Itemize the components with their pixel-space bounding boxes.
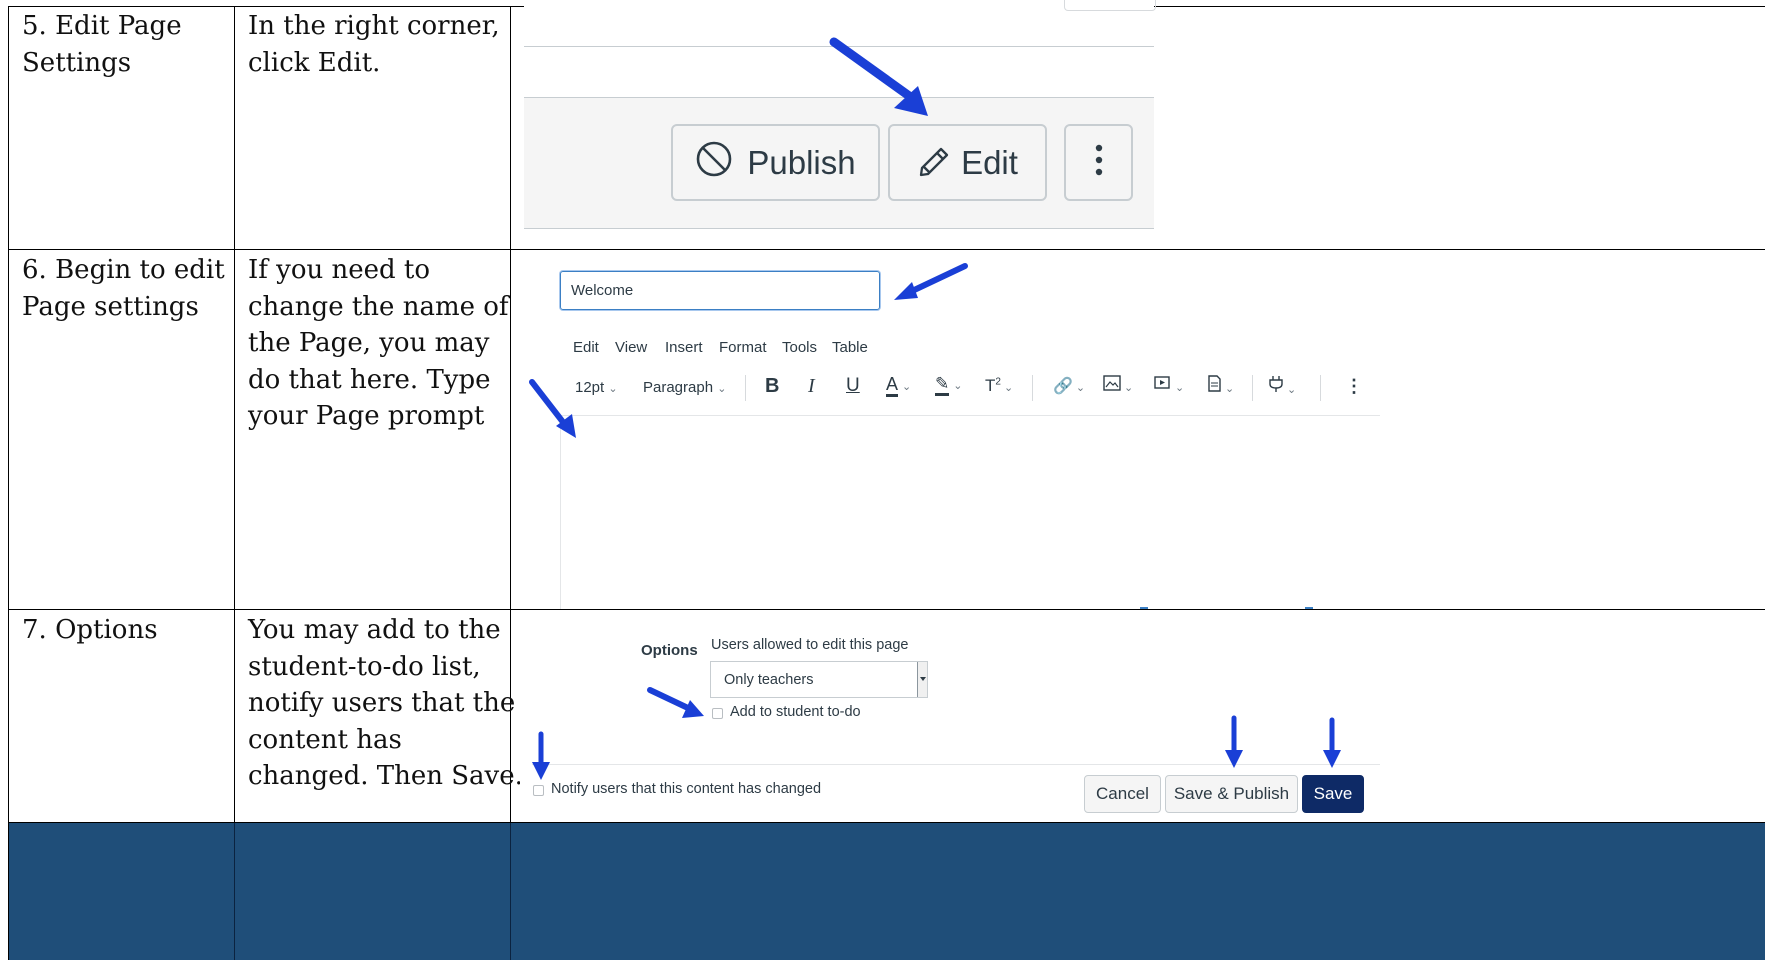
cancel-button-label: Cancel	[1096, 784, 1149, 803]
step-6-title: 6. Begin to edit Page settings	[22, 255, 225, 322]
kebab-vertical-icon	[1094, 143, 1104, 182]
arrow-to-title-icon	[894, 263, 968, 300]
menu-format[interactable]: Format	[719, 339, 767, 356]
more-options-button[interactable]	[1064, 124, 1133, 201]
table-border-top	[8, 6, 526, 7]
menu-tools[interactable]: Tools	[782, 339, 817, 356]
edit-permission-value: Only teachers	[724, 672, 814, 688]
link-icon[interactable]: 🔗 ⌄	[1053, 376, 1085, 396]
step-7-description: You may add to the student-to-do list, n…	[248, 615, 523, 791]
underline-icon[interactable]: U	[846, 375, 860, 397]
col-line-2	[510, 6, 511, 960]
publish-button-label: Publish	[747, 143, 856, 181]
options-heading: Options	[641, 642, 698, 659]
document-icon[interactable]: ⌄	[1207, 375, 1234, 397]
table-border-top-right	[1153, 6, 1765, 7]
superscript-icon[interactable]: T2⌄	[985, 376, 1013, 396]
step-7-title: 7. Options	[22, 615, 158, 645]
col-line-1	[234, 6, 235, 960]
page-title-value: Welcome	[571, 282, 634, 299]
todo-label: Add to student to-do	[730, 704, 861, 720]
block-format-select[interactable]: Paragraph ⌄	[643, 379, 726, 396]
arrow-to-save-publish-icon	[1225, 715, 1243, 768]
more-icon[interactable]: ⋮	[1345, 376, 1363, 397]
italic-icon[interactable]: I	[808, 375, 815, 398]
plugin-icon[interactable]: ⌄	[1268, 375, 1296, 398]
highlight-icon[interactable]: ✎ ⌄	[935, 374, 962, 396]
step-5-title: 5. Edit Page Settings	[22, 11, 182, 78]
edit-button[interactable]: Edit	[888, 124, 1047, 201]
media-icon[interactable]: ⌄	[1154, 375, 1184, 396]
col-line-0	[8, 6, 9, 960]
save-and-publish-button[interactable]: Save & Publish	[1165, 775, 1298, 813]
select-arrow-icon	[917, 662, 927, 697]
editor-body[interactable]	[560, 425, 561, 609]
menu-edit[interactable]: Edit	[573, 339, 599, 356]
page-title-input[interactable]: Welcome	[560, 271, 880, 310]
text-color-icon[interactable]: A ⌄	[886, 374, 911, 397]
menu-table[interactable]: Table	[832, 339, 868, 356]
step-6-description: If you need to change the name of the Pa…	[248, 255, 509, 431]
save-and-publish-label: Save & Publish	[1173, 784, 1290, 803]
publish-button[interactable]: Publish	[671, 124, 880, 201]
pencil-icon	[917, 141, 953, 185]
notify-checkbox[interactable]	[533, 785, 544, 796]
menu-view[interactable]: View	[615, 339, 647, 356]
block-format-value: Paragraph	[643, 379, 714, 396]
arrow-to-save-icon	[1323, 717, 1341, 768]
footer-row	[9, 823, 1765, 960]
save-button[interactable]: Save	[1302, 775, 1364, 813]
cancel-button[interactable]: Cancel	[1084, 775, 1161, 813]
edit-permission-select[interactable]: Only teachers	[710, 661, 928, 698]
arrow-to-notify-icon	[532, 731, 550, 780]
arrow-to-todo-icon	[647, 687, 704, 718]
arrow-to-editor-icon	[529, 379, 576, 438]
unpublished-icon	[695, 140, 733, 186]
notify-label: Notify users that this content has chang…	[551, 781, 822, 797]
bold-icon[interactable]: B	[765, 375, 779, 398]
edit-button-label: Edit	[961, 143, 1018, 181]
step-5-description: In the right corner, click Edit.	[248, 11, 500, 78]
todo-checkbox[interactable]	[712, 708, 723, 719]
arrow-to-edit-icon	[829, 37, 928, 116]
edit-permission-label: Users allowed to edit this page	[711, 637, 909, 653]
save-button-label: Save	[1313, 784, 1353, 803]
menu-insert[interactable]: Insert	[665, 339, 703, 356]
image-icon[interactable]: ⌄	[1103, 375, 1133, 396]
